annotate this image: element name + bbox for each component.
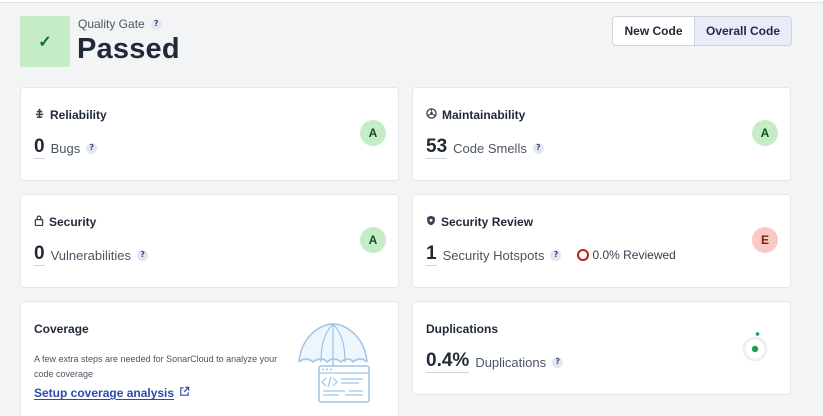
security-hotspots-count[interactable]: 1: [426, 244, 437, 266]
code-smells-metric: 53 Code Smells ?: [426, 137, 544, 159]
bugs-count[interactable]: 0: [34, 137, 45, 159]
reliability-rating-badge[interactable]: A: [360, 120, 386, 146]
maintainability-title: Maintainability: [442, 108, 526, 122]
hotspots-reviewed: 0.0% Reviewed: [577, 248, 676, 262]
bugs-metric: 0 Bugs ?: [34, 137, 98, 159]
quality-gate-label: Quality Gate: [78, 17, 145, 31]
umbrella-code-icon: [293, 320, 375, 409]
check-icon: ✓: [38, 33, 52, 51]
setup-coverage-link-text: Setup coverage analysis: [34, 386, 175, 400]
new-code-button[interactable]: New Code: [613, 17, 695, 45]
code-period-toggle: New Code Overall Code: [612, 16, 792, 46]
security-title: Security: [49, 215, 97, 229]
code-smells-count[interactable]: 53: [426, 137, 448, 159]
duplications-label: Duplications: [475, 354, 547, 370]
top-bar: [0, 0, 823, 3]
security-review-title: Security Review: [441, 215, 534, 229]
card-title: Reliability: [34, 108, 107, 122]
help-icon[interactable]: ?: [552, 356, 564, 368]
vulnerabilities-metric: 0 Vulnerabilities ?: [34, 244, 149, 266]
duplications-title: Duplications: [426, 322, 499, 336]
help-icon[interactable]: ?: [137, 249, 149, 261]
help-icon[interactable]: ?: [150, 18, 162, 30]
duplications-card: Duplications 0.4% Duplications ?: [412, 301, 791, 395]
card-title: Maintainability: [426, 108, 525, 122]
setup-coverage-link[interactable]: Setup coverage analysis: [34, 386, 190, 400]
card-title: Duplications: [426, 322, 498, 336]
card-title: Security: [34, 215, 96, 229]
vulnerabilities-count[interactable]: 0: [34, 244, 45, 266]
security-review-card: Security Review 1 Security Hotspots ? 0.…: [412, 194, 791, 288]
shield-icon: [426, 215, 436, 229]
duplications-metric: 0.4% Duplications ?: [426, 351, 564, 373]
security-rating-badge[interactable]: A: [360, 227, 386, 253]
overall-code-button[interactable]: Overall Code: [695, 17, 791, 45]
quality-gate-status: Passed: [77, 33, 180, 65]
security-hotspots-metric: 1 Security Hotspots ? 0.0% Reviewed: [426, 244, 676, 266]
security-hotspots-label: Security Hotspots: [442, 247, 545, 263]
lock-icon: [34, 215, 44, 229]
coverage-card: Coverage A few extra steps are needed fo…: [20, 301, 399, 416]
maintainability-card: Maintainability 53 Code Smells ? A: [412, 87, 791, 181]
reviewed-ring-icon: [577, 249, 590, 261]
hotspots-reviewed-label: 0.0% Reviewed: [592, 248, 676, 262]
bug-icon: [34, 108, 45, 122]
vulnerabilities-label: Vulnerabilities: [50, 247, 132, 263]
bugs-label: Bugs: [50, 140, 81, 156]
coverage-title-text: Coverage: [34, 322, 89, 336]
security-card: Security 0 Vulnerabilities ? A: [20, 194, 399, 288]
help-icon[interactable]: ?: [86, 142, 98, 154]
maintainability-icon: [426, 108, 437, 122]
coverage-description: A few extra steps are needed for SonarCl…: [34, 354, 278, 379]
help-icon[interactable]: ?: [550, 249, 562, 261]
card-title: Security Review: [426, 215, 533, 229]
reliability-card: Reliability 0 Bugs ? A: [20, 87, 399, 181]
reliability-title: Reliability: [50, 108, 107, 122]
security-review-rating-badge[interactable]: E: [752, 227, 778, 253]
quality-gate-status-badge: ✓: [20, 16, 70, 67]
maintainability-rating-badge[interactable]: A: [752, 120, 778, 146]
quality-gate-header: Quality Gate ?: [78, 17, 162, 31]
duplication-donut-icon: [740, 330, 770, 369]
coverage-title: Coverage: [34, 322, 89, 336]
external-link-icon: [179, 386, 190, 400]
code-smells-label: Code Smells: [453, 140, 527, 156]
duplications-percentage[interactable]: 0.4%: [426, 351, 470, 373]
help-icon[interactable]: ?: [532, 142, 544, 154]
